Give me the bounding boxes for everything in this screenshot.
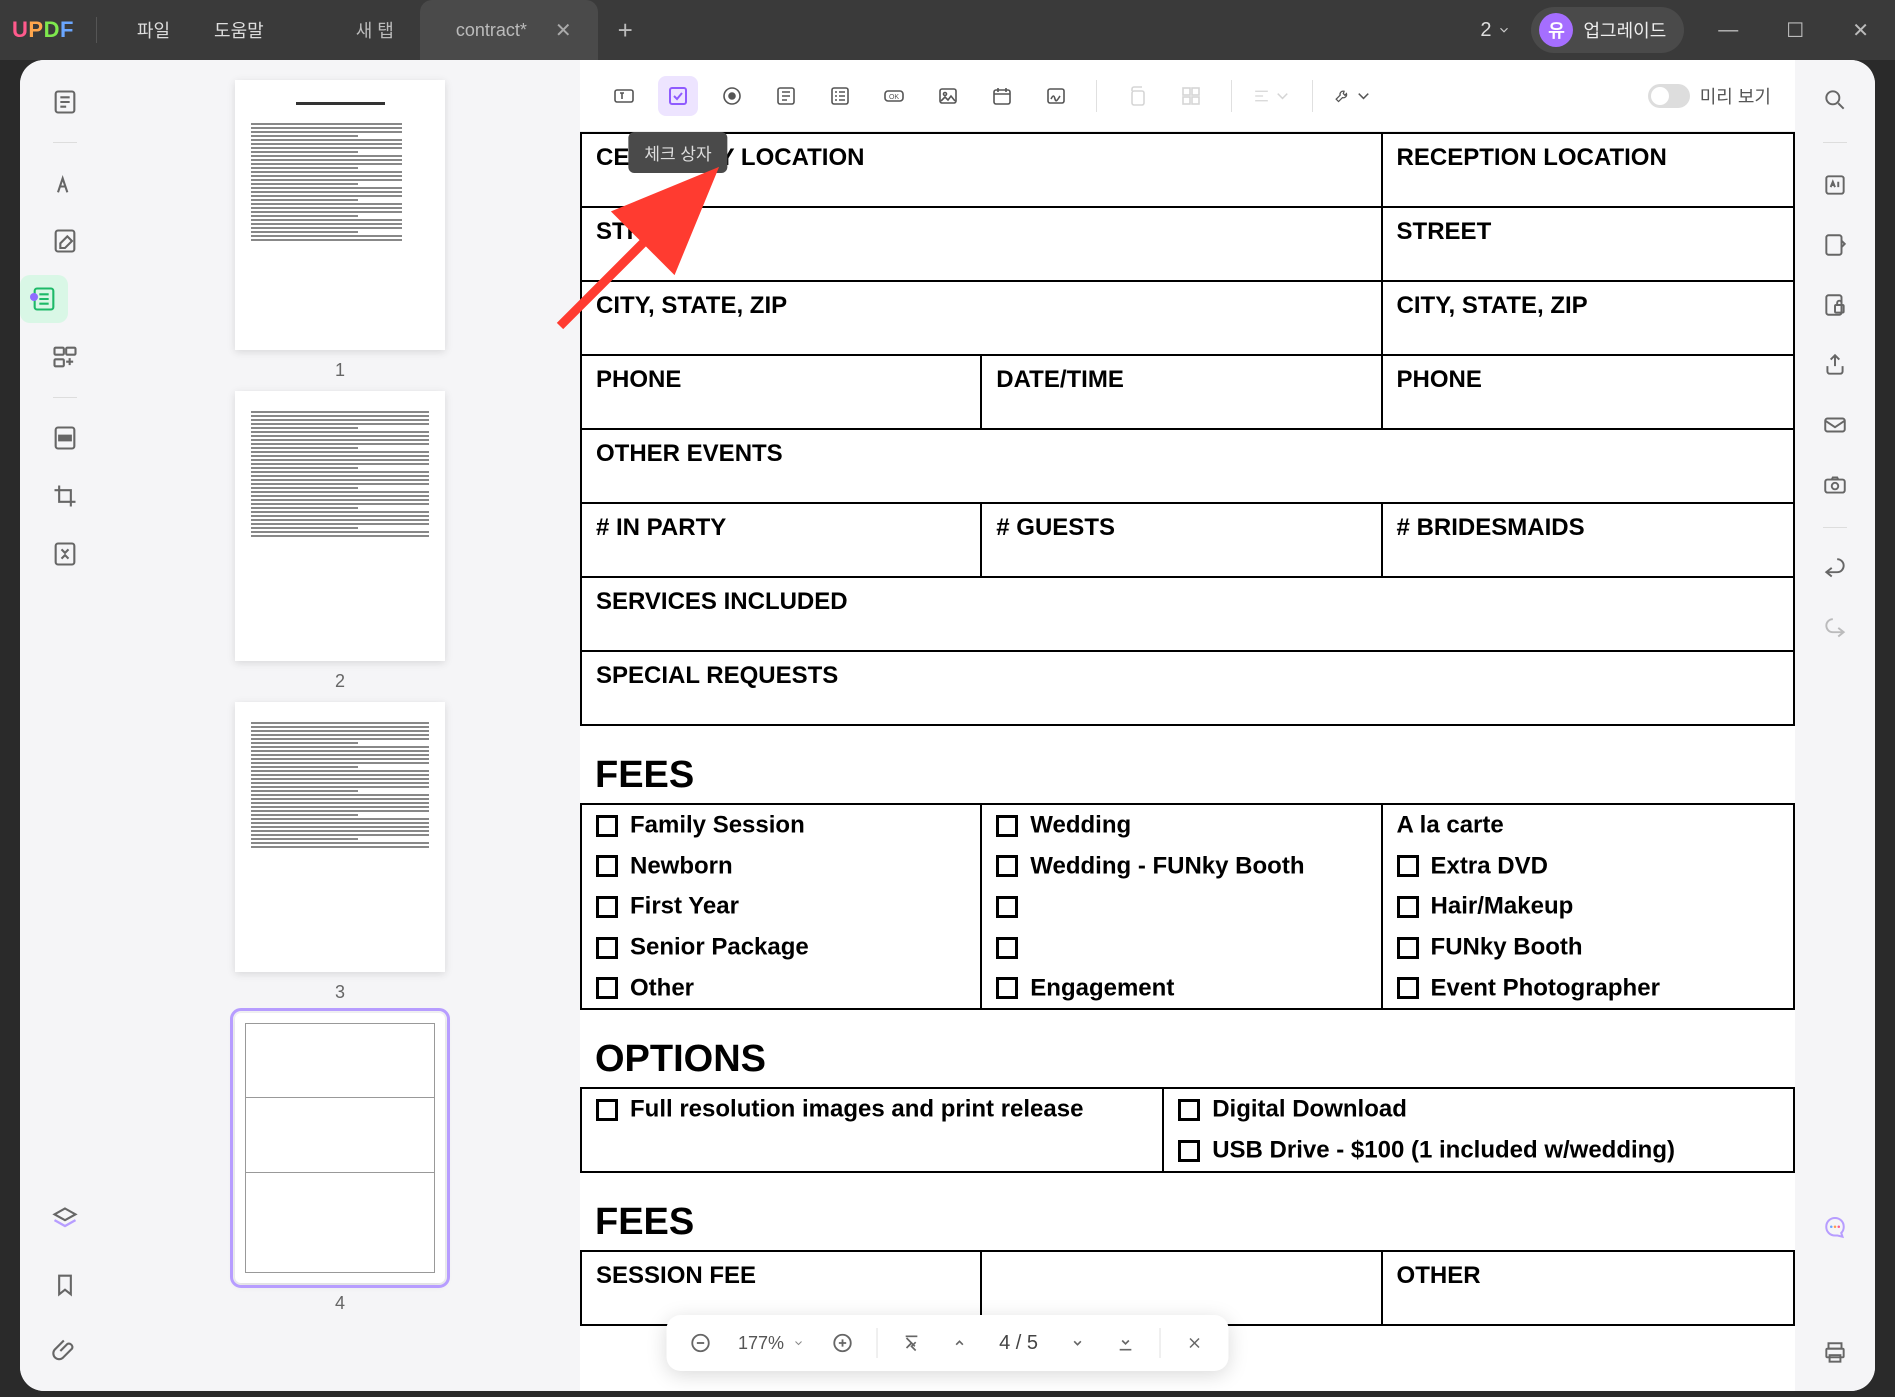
workspace: for(let i=0;i<30;i++)document.write('<di… xyxy=(20,60,1875,1391)
field-guests: # GUESTS xyxy=(981,503,1381,577)
image-field-button[interactable] xyxy=(928,76,968,116)
form-button[interactable] xyxy=(20,275,68,323)
field-bridesmaids: # BRIDESMAIDS xyxy=(1382,503,1794,577)
layers-button[interactable] xyxy=(41,1195,89,1243)
field-special-requests: SPECIAL REQUESTS xyxy=(581,651,1794,725)
search-button[interactable] xyxy=(1813,78,1857,122)
last-page-button[interactable] xyxy=(1108,1325,1144,1361)
field-csz-left: CITY, STATE, ZIP xyxy=(581,281,1382,355)
thumbnail-1[interactable]: for(let i=0;i<30;i++)document.write('<di… xyxy=(170,80,510,381)
document-view[interactable]: CEREMONY LOCATION RECEPTION LOCATION STR… xyxy=(580,132,1795,1391)
bookmark-button[interactable] xyxy=(41,1261,89,1309)
prev-page-button[interactable] xyxy=(941,1325,977,1361)
svg-text:OK: OK xyxy=(889,94,899,101)
ai-assistant-button[interactable] xyxy=(1818,1211,1852,1245)
field-phone-left: PHONE xyxy=(581,355,981,429)
dropdown-button[interactable] xyxy=(766,76,806,116)
left-rail xyxy=(20,60,110,1391)
zoom-level[interactable]: 177% xyxy=(730,1333,812,1354)
align-button[interactable] xyxy=(1252,76,1292,116)
field-phone-right: PHONE xyxy=(1382,355,1794,429)
undo-button[interactable] xyxy=(1813,548,1857,592)
page-navigation: 177% 4 / 5 xyxy=(666,1315,1229,1371)
print-button[interactable] xyxy=(1813,1331,1857,1375)
section-fees: FEES xyxy=(581,725,1794,804)
field-street-right: STREET xyxy=(1382,207,1794,281)
field-datetime: DATE/TIME xyxy=(981,355,1381,429)
tab-count[interactable]: 2 xyxy=(1480,19,1511,42)
app-logo: UPDF xyxy=(12,17,74,43)
section-fees2: FEES xyxy=(581,1172,1794,1251)
close-button[interactable]: ✕ xyxy=(1838,10,1883,51)
crop-button[interactable] xyxy=(41,472,89,520)
field-csz-right: CITY, STATE, ZIP xyxy=(1382,281,1794,355)
field-in-party: # IN PARTY xyxy=(581,503,981,577)
titlebar: UPDF 파일 도움말 새 탭 contract* ✕ + 2 유 업그레이드 … xyxy=(0,0,1895,60)
edit-button[interactable] xyxy=(41,217,89,265)
close-nav-button[interactable] xyxy=(1177,1325,1213,1361)
upgrade-button[interactable]: 유 업그레이드 xyxy=(1531,7,1684,53)
screenshot-button[interactable] xyxy=(1813,463,1857,507)
maximize-button[interactable]: ☐ xyxy=(1772,10,1818,51)
checkbox-tooltip: 체크 상자 xyxy=(628,132,727,173)
share-button[interactable] xyxy=(1813,343,1857,387)
thumbnail-3[interactable]: for(let i=0;i<32;i++)document.write('<di… xyxy=(170,702,510,1003)
thumbnail-2[interactable]: for(let i=0;i<32;i++)document.write('<di… xyxy=(170,391,510,692)
checkbox-button[interactable]: 체크 상자 xyxy=(658,76,698,116)
redact-button[interactable] xyxy=(41,414,89,462)
radio-button[interactable] xyxy=(712,76,752,116)
zoom-in-button[interactable] xyxy=(824,1325,860,1361)
form-copy-button[interactable] xyxy=(1117,76,1157,116)
field-session-fee: SESSION FEE xyxy=(581,1251,981,1325)
reader-mode-button[interactable] xyxy=(41,78,89,126)
attachment-button[interactable] xyxy=(41,1327,89,1375)
zoom-out-button[interactable] xyxy=(682,1325,718,1361)
signature-field-button[interactable] xyxy=(1036,76,1076,116)
form-toolbar: 체크 상자 OK 미리 보기 xyxy=(580,60,1795,132)
date-field-button[interactable] xyxy=(982,76,1022,116)
convert-button[interactable] xyxy=(1813,223,1857,267)
text-field-button[interactable] xyxy=(604,76,644,116)
preview-switch[interactable] xyxy=(1648,84,1690,108)
form-table: CEREMONY LOCATION RECEPTION LOCATION STR… xyxy=(580,132,1795,1326)
minimize-button[interactable]: — xyxy=(1704,11,1752,50)
next-page-button[interactable] xyxy=(1060,1325,1096,1361)
menu-help[interactable]: 도움말 xyxy=(196,11,282,49)
ocr-button[interactable] xyxy=(1813,163,1857,207)
email-button[interactable] xyxy=(1813,403,1857,447)
section-options: OPTIONS xyxy=(581,1009,1794,1088)
form-grid-button[interactable] xyxy=(1171,76,1211,116)
field-reception-location: RECEPTION LOCATION xyxy=(1382,133,1794,207)
right-rail xyxy=(1795,60,1875,1391)
tab-contract[interactable]: contract* ✕ xyxy=(420,0,598,60)
menu-file[interactable]: 파일 xyxy=(119,11,188,49)
first-page-button[interactable] xyxy=(893,1325,929,1361)
redo-button[interactable] xyxy=(1813,608,1857,652)
preview-toggle[interactable]: 미리 보기 xyxy=(1648,83,1771,109)
tab-new[interactable]: 새 탭 xyxy=(330,0,420,60)
tab-close-icon[interactable]: ✕ xyxy=(555,18,572,43)
field-other-fee: OTHER xyxy=(1382,1251,1794,1325)
thumbnail-4[interactable]: 4 xyxy=(170,1013,510,1314)
page-indicator[interactable]: 4 / 5 xyxy=(989,1332,1048,1355)
protect-button[interactable] xyxy=(1813,283,1857,327)
field-street-left: STREET xyxy=(581,207,1382,281)
button-field-button[interactable]: OK xyxy=(874,76,914,116)
tab-add-button[interactable]: + xyxy=(598,15,653,46)
compress-button[interactable] xyxy=(41,530,89,578)
field-services-included: SERVICES INCLUDED xyxy=(581,577,1794,651)
listbox-button[interactable] xyxy=(820,76,860,116)
organize-button[interactable] xyxy=(41,333,89,381)
thumbnail-panel[interactable]: for(let i=0;i<30;i++)document.write('<di… xyxy=(110,60,570,1391)
tools-button[interactable] xyxy=(1333,76,1373,116)
field-other-events: OTHER EVENTS xyxy=(581,429,1794,503)
annotate-button[interactable] xyxy=(41,159,89,207)
